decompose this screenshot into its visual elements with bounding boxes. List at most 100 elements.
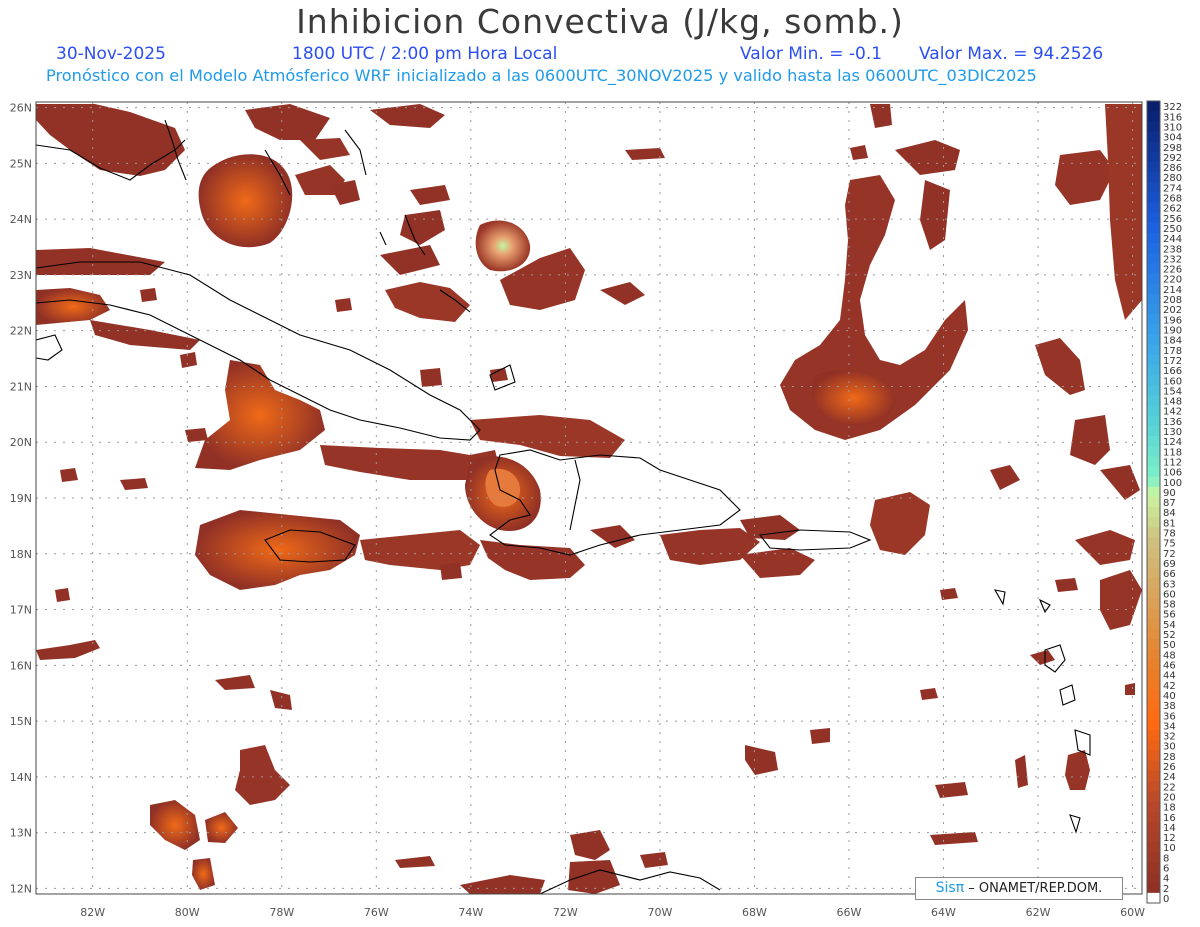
colorbar-swatch — [1147, 161, 1160, 173]
colorbar-swatch — [1147, 567, 1160, 579]
colorbar-swatch — [1147, 212, 1160, 224]
lat-tick-label: 12N — [10, 882, 32, 895]
colorbar-swatch — [1147, 750, 1160, 762]
colorbar-swatch — [1147, 679, 1160, 691]
colorbar-swatch — [1147, 293, 1160, 305]
colorbar-swatch — [1147, 415, 1160, 427]
colorbar-swatch — [1147, 476, 1160, 488]
colorbar-swatch — [1147, 486, 1160, 498]
lat-tick-label: 25N — [10, 157, 32, 170]
colorbar-swatch — [1147, 121, 1160, 132]
colorbar-swatch — [1147, 639, 1160, 650]
lat-tick-label: 23N — [10, 269, 32, 282]
plot-frame — [35, 101, 1143, 895]
colorbar-swatch — [1147, 222, 1160, 234]
lon-tick-label: 66W — [837, 906, 862, 919]
lat-tick-label: 21N — [10, 380, 32, 393]
colorbar-swatch — [1147, 791, 1160, 802]
colorbar-swatch — [1147, 527, 1160, 538]
colorbar-swatch — [1147, 710, 1160, 721]
lat-lon-grid — [36, 102, 1142, 894]
colorbar-swatch — [1147, 689, 1160, 701]
latitude-labels: 26N 25N 24N 23N 22N 21N 20N 19N 18N 17N 16N 15N 14N 1… — [10, 102, 32, 896]
colorbar-swatch — [1147, 872, 1160, 884]
colorbar-swatch — [1147, 385, 1160, 396]
lon-tick-label: 80W — [175, 906, 200, 919]
colorbar-swatch — [1147, 151, 1160, 163]
colorbar-swatch — [1147, 649, 1160, 660]
lat-tick-label: 14N — [10, 771, 32, 784]
colorbar-swatch — [1147, 517, 1160, 528]
colorbar-swatch — [1147, 101, 1160, 112]
colorbar-swatch — [1147, 740, 1160, 752]
colorbar-swatch — [1147, 496, 1160, 508]
colorbar-swatch — [1147, 446, 1160, 457]
colorbar-swatch — [1147, 892, 1160, 904]
lat-tick-label: 13N — [10, 827, 32, 840]
colorbar-swatch — [1147, 425, 1160, 437]
colorbar-swatch — [1147, 578, 1160, 589]
colorbar-swatch — [1147, 842, 1160, 853]
lon-tick-label: 60W — [1120, 906, 1145, 919]
colorbar-swatch — [1147, 720, 1160, 731]
lat-tick-label: 24N — [10, 213, 32, 226]
colorbar-label: 0 — [1163, 894, 1169, 905]
colorbar-swatch — [1147, 283, 1160, 295]
lon-tick-label: 82W — [80, 906, 105, 919]
colorbar-swatch — [1147, 882, 1160, 894]
colorbar-swatch — [1147, 659, 1160, 670]
colorbar-swatch — [1147, 771, 1160, 782]
colorbar-swatch — [1147, 232, 1160, 244]
colorbar-swatch — [1147, 111, 1160, 122]
colorbar-swatch — [1147, 537, 1160, 549]
lon-tick-label: 64W — [931, 906, 956, 919]
lat-tick-label: 22N — [10, 325, 32, 338]
colorbar: 3223163103042982922862802742682622562502… — [1146, 100, 1182, 905]
lon-tick-label: 72W — [553, 906, 578, 919]
lat-tick-label: 26N — [10, 102, 32, 115]
colorbar-swatch — [1147, 862, 1160, 873]
colorbar-swatch — [1147, 304, 1160, 315]
colorbar-swatch — [1147, 852, 1160, 863]
cin-shaded-field — [36, 104, 1142, 894]
colorbar-swatch — [1147, 547, 1160, 559]
lat-tick-label: 20N — [10, 436, 32, 449]
colorbar-swatch — [1147, 172, 1160, 183]
lon-tick-label: 78W — [269, 906, 294, 919]
colorbar-swatch — [1147, 192, 1160, 203]
colorbar-swatch — [1147, 557, 1160, 569]
colorbar-swatch — [1147, 202, 1160, 214]
lat-tick-label: 16N — [10, 659, 32, 672]
lon-tick-label: 70W — [647, 906, 672, 919]
colorbar-swatch — [1147, 405, 1160, 417]
colorbar-swatch — [1147, 344, 1160, 356]
colorbar-swatch — [1147, 243, 1160, 254]
colorbar-swatch — [1147, 375, 1160, 386]
colorbar-swatch — [1147, 182, 1160, 193]
colorbar-swatch — [1147, 273, 1160, 285]
colorbar-swatch — [1147, 699, 1160, 711]
colorbar-swatch — [1147, 507, 1160, 518]
colorbar-swatch — [1147, 760, 1160, 772]
lat-tick-label: 18N — [10, 548, 32, 561]
colorbar-swatch — [1147, 324, 1160, 335]
colorbar-swatch — [1147, 466, 1160, 478]
colorbar-swatch — [1147, 588, 1160, 599]
colorbar-swatch — [1147, 263, 1160, 274]
credit-org: – ONAMET/REP.DOM. — [968, 881, 1103, 896]
colorbar-swatch — [1147, 354, 1160, 366]
credit-box: Sisπ – ONAMET/REP.DOM. — [915, 877, 1123, 900]
colorbar-swatch — [1147, 253, 1160, 264]
colorbar-swatch — [1147, 781, 1160, 792]
lat-tick-label: 15N — [10, 715, 32, 728]
colorbar-swatch — [1147, 618, 1160, 630]
lon-tick-label: 68W — [742, 906, 767, 919]
sispi-logo-text: Sisπ — [935, 880, 965, 896]
colorbar-swatch — [1147, 436, 1160, 447]
colorbar-swatch — [1147, 831, 1160, 843]
colorbar-swatch — [1147, 598, 1160, 609]
colorbar-swatch — [1147, 821, 1160, 833]
colorbar-swatch — [1147, 628, 1160, 640]
colorbar-swatch — [1147, 131, 1160, 143]
lat-tick-label: 17N — [10, 604, 32, 617]
